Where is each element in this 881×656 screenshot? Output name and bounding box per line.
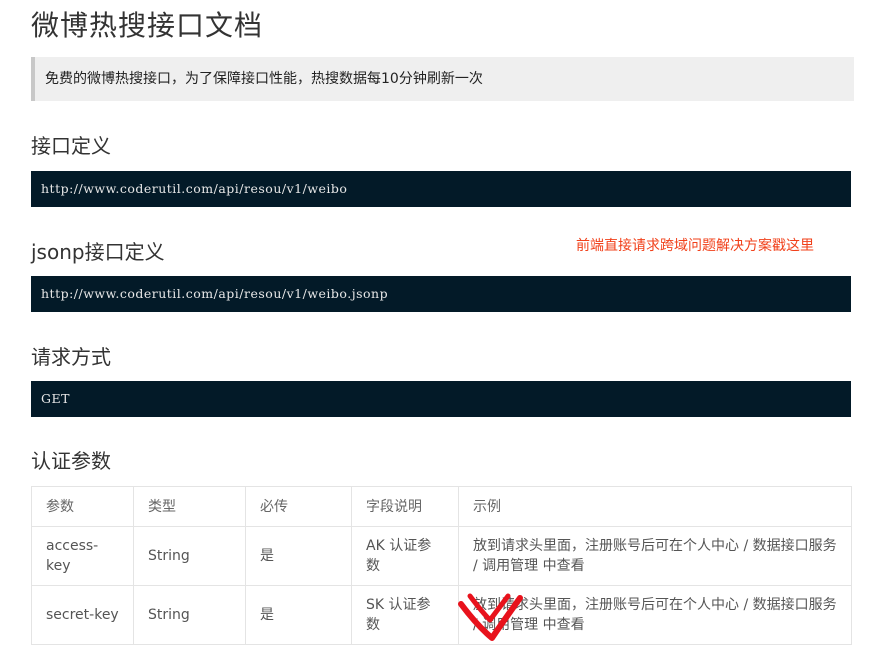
request-method-code-block: GET bbox=[31, 381, 851, 417]
column-header-required: 必传 bbox=[245, 486, 352, 527]
api-url-code-block: http://www.coderutil.com/api/resou/v1/we… bbox=[31, 171, 851, 207]
param-description-cell: SK 认证参数 bbox=[351, 585, 459, 645]
notice-blockquote: 免费的微博热搜接口，为了保障接口性能，热搜数据每10分钟刷新一次 bbox=[31, 57, 854, 101]
param-name-cell: secret-key bbox=[31, 585, 134, 645]
table-row: access-key String 是 AK 认证参数 放到请求头里面，注册账号… bbox=[31, 526, 852, 586]
table-row: secret-key String 是 SK 认证参数 放到请求头里面，注册账号… bbox=[31, 585, 852, 645]
jsonp-url: http://www.coderutil.com/api/resou/v1/we… bbox=[41, 286, 389, 301]
column-header-example: 示例 bbox=[458, 486, 852, 527]
param-name-cell: access-key bbox=[31, 526, 134, 586]
page-title: 微博热搜接口文档 bbox=[31, 9, 264, 42]
param-type-cell: String bbox=[133, 585, 246, 645]
api-url: http://www.coderutil.com/api/resou/v1/we… bbox=[41, 181, 348, 196]
auth-params-table: 参数 类型 必传 字段说明 示例 access-key String 是 AK … bbox=[31, 486, 852, 645]
param-example-cell: 放到请求头里面，注册账号后可在个人中心 / 数据接口服务 / 调用管理 中查看 bbox=[458, 526, 852, 586]
param-example-cell: 放到请求头里面，注册账号后可在个人中心 / 数据接口服务 / 调用管理 中查看 bbox=[458, 585, 852, 645]
cors-solution-link[interactable]: 前端直接请求跨域问题解决方案戳这里 bbox=[576, 237, 814, 255]
jsonp-url-code-block: http://www.coderutil.com/api/resou/v1/we… bbox=[31, 276, 851, 312]
param-type-cell: String bbox=[133, 526, 246, 586]
column-header-param: 参数 bbox=[31, 486, 134, 527]
notice-text: 免费的微博热搜接口，为了保障接口性能，热搜数据每10分钟刷新一次 bbox=[45, 71, 483, 87]
request-method-value: GET bbox=[41, 391, 70, 406]
column-header-description: 字段说明 bbox=[351, 486, 459, 527]
auth-params-heading: 认证参数 bbox=[31, 449, 111, 473]
table-header-row: 参数 类型 必传 字段说明 示例 bbox=[31, 486, 852, 527]
request-method-heading: 请求方式 bbox=[31, 345, 111, 369]
param-required-cell: 是 bbox=[245, 585, 352, 645]
api-definition-heading: 接口定义 bbox=[31, 134, 111, 158]
column-header-type: 类型 bbox=[133, 486, 246, 527]
param-description-cell: AK 认证参数 bbox=[351, 526, 459, 586]
param-required-cell: 是 bbox=[245, 526, 352, 586]
jsonp-definition-heading: jsonp接口定义 bbox=[31, 240, 165, 264]
